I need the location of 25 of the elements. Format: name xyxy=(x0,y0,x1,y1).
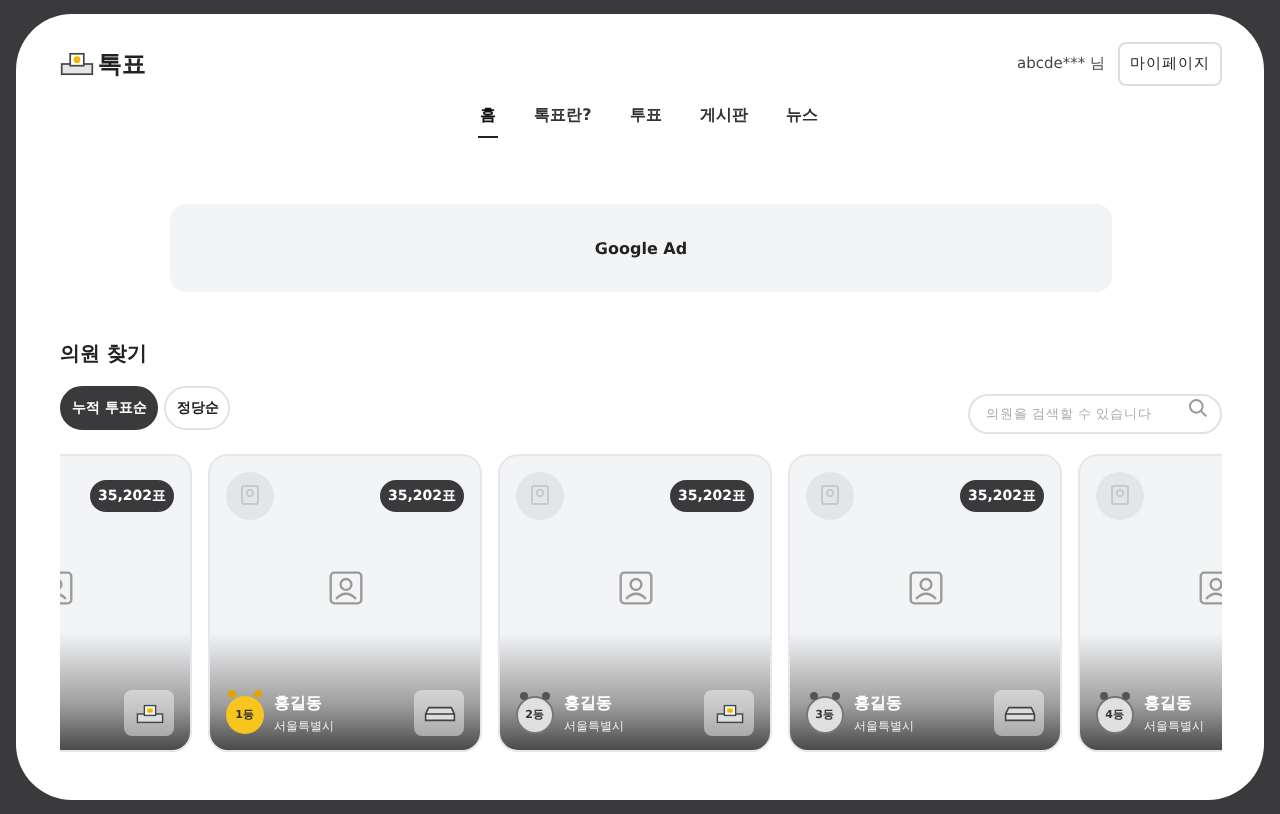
vote-button[interactable] xyxy=(414,690,464,736)
vote-button[interactable] xyxy=(124,690,174,736)
person-icon xyxy=(617,570,653,606)
party-logo-icon xyxy=(226,472,274,520)
party-logo-icon xyxy=(806,472,854,520)
search-icon[interactable] xyxy=(1188,398,1208,418)
section-title: 의원 찾기 xyxy=(60,342,149,368)
party-logo-icon xyxy=(516,472,564,520)
logo-text[interactable]: 톡표 xyxy=(98,47,146,81)
person-icon xyxy=(907,570,943,606)
vote-button[interactable] xyxy=(994,690,1044,736)
ballot-box-icon xyxy=(60,52,94,76)
member-name: 홍길동 xyxy=(1144,692,1194,714)
nav-tab[interactable]: 톡표란? xyxy=(532,104,594,138)
party-logo-icon xyxy=(1096,472,1144,520)
nav-tab[interactable]: 게시판 xyxy=(697,104,750,138)
member-name: 홍길동 xyxy=(854,692,904,714)
member-name: 홍길동 xyxy=(274,692,324,714)
member-name: 홍길동 xyxy=(564,692,614,714)
nav-tab[interactable]: 홈 xyxy=(478,104,499,138)
person-icon xyxy=(327,570,363,606)
nav-tab[interactable]: 뉴스 xyxy=(783,104,820,138)
vote-button[interactable] xyxy=(704,690,754,736)
ad-label: Google Ad xyxy=(594,239,688,257)
nav-tab[interactable]: 투표 xyxy=(627,104,664,138)
